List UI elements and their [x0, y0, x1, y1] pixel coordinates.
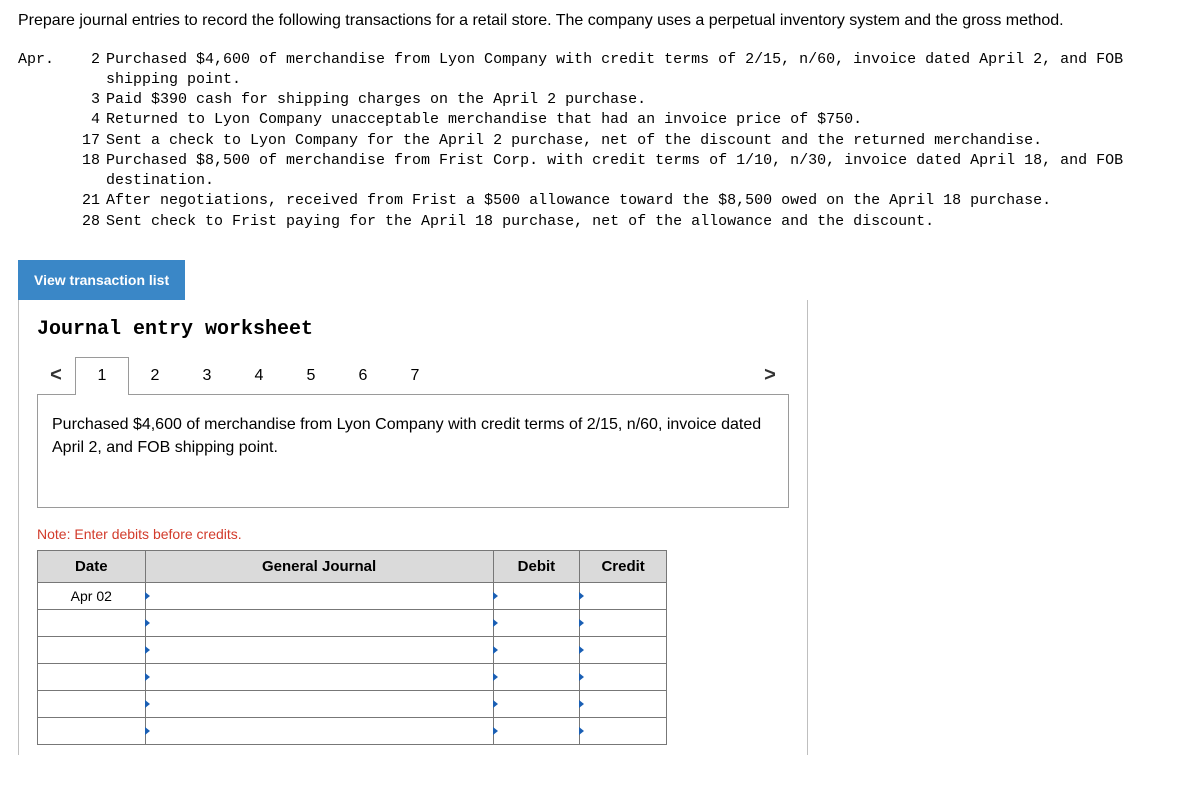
table-row — [38, 664, 667, 691]
dropdown-indicator-icon — [579, 700, 584, 708]
date-cell[interactable] — [38, 691, 146, 718]
dropdown-indicator-icon — [493, 673, 498, 681]
transaction-day: 17 — [70, 131, 106, 151]
dropdown-indicator-icon — [579, 619, 584, 627]
transaction-text: Purchased $4,600 of merchandise from Lyo… — [106, 50, 1182, 91]
credit-cell[interactable] — [580, 691, 667, 718]
transaction-day: 21 — [70, 191, 106, 211]
journal-entry-table: Date General Journal Debit Credit Apr 02 — [37, 550, 667, 745]
pager-tab-4[interactable]: 4 — [233, 357, 285, 395]
credit-cell[interactable] — [580, 583, 667, 610]
dropdown-indicator-icon — [579, 592, 584, 600]
dropdown-indicator-icon — [579, 646, 584, 654]
debit-cell[interactable] — [493, 583, 580, 610]
general-journal-cell[interactable] — [145, 583, 493, 610]
transaction-month — [18, 131, 70, 151]
transaction-text: Sent check to Frist paying for the April… — [106, 212, 1182, 232]
dropdown-indicator-icon — [493, 592, 498, 600]
general-journal-cell[interactable] — [145, 718, 493, 745]
transaction-text: Sent a check to Lyon Company for the Apr… — [106, 131, 1182, 151]
date-cell[interactable] — [38, 718, 146, 745]
transaction-text: Paid $390 cash for shipping charges on t… — [106, 90, 1182, 110]
entry-description: Purchased $4,600 of merchandise from Lyo… — [37, 394, 789, 508]
dropdown-indicator-icon — [145, 727, 150, 735]
transaction-row: 18Purchased $8,500 of merchandise from F… — [18, 151, 1182, 192]
question-intro: Prepare journal entries to record the fo… — [18, 10, 1182, 32]
col-header-debit: Debit — [493, 551, 580, 583]
dropdown-indicator-icon — [493, 727, 498, 735]
transaction-text: Purchased $8,500 of merchandise from Fri… — [106, 151, 1182, 192]
dropdown-indicator-icon — [579, 727, 584, 735]
dropdown-indicator-icon — [493, 700, 498, 708]
date-cell[interactable]: Apr 02 — [38, 583, 146, 610]
credit-cell[interactable] — [580, 664, 667, 691]
col-header-credit: Credit — [580, 551, 667, 583]
pager-tab-7[interactable]: 7 — [389, 357, 441, 395]
col-header-general-journal: General Journal — [145, 551, 493, 583]
transaction-row: 21After negotiations, received from Fris… — [18, 191, 1182, 211]
table-row — [38, 637, 667, 664]
debits-before-credits-note: Note: Enter debits before credits. — [37, 526, 789, 542]
transaction-month — [18, 90, 70, 110]
dropdown-indicator-icon — [145, 619, 150, 627]
table-row: Apr 02 — [38, 583, 667, 610]
general-journal-cell[interactable] — [145, 691, 493, 718]
debit-cell[interactable] — [493, 664, 580, 691]
transaction-month: Apr. — [18, 50, 70, 91]
transaction-day: 4 — [70, 110, 106, 130]
transaction-day: 3 — [70, 90, 106, 110]
pager-next-button[interactable]: > — [751, 357, 789, 395]
pager-prev-button[interactable]: < — [37, 357, 75, 395]
journal-entry-worksheet: Journal entry worksheet < 1234567 > Purc… — [18, 300, 808, 755]
pager-tab-3[interactable]: 3 — [181, 357, 233, 395]
debit-cell[interactable] — [493, 691, 580, 718]
transaction-row: 17Sent a check to Lyon Company for the A… — [18, 131, 1182, 151]
transaction-list: Apr.2Purchased $4,600 of merchandise fro… — [18, 50, 1182, 232]
transaction-row: 4Returned to Lyon Company unacceptable m… — [18, 110, 1182, 130]
credit-cell[interactable] — [580, 610, 667, 637]
dropdown-indicator-icon — [145, 673, 150, 681]
dropdown-indicator-icon — [145, 646, 150, 654]
general-journal-cell[interactable] — [145, 664, 493, 691]
general-journal-cell[interactable] — [145, 610, 493, 637]
transaction-month — [18, 151, 70, 192]
table-row — [38, 718, 667, 745]
debit-cell[interactable] — [493, 637, 580, 664]
transaction-day: 2 — [70, 50, 106, 91]
view-transaction-list-button[interactable]: View transaction list — [18, 260, 185, 300]
general-journal-cell[interactable] — [145, 637, 493, 664]
date-cell[interactable] — [38, 610, 146, 637]
transaction-text: After negotiations, received from Frist … — [106, 191, 1182, 211]
credit-cell[interactable] — [580, 718, 667, 745]
dropdown-indicator-icon — [145, 592, 150, 600]
table-row — [38, 691, 667, 718]
debit-cell[interactable] — [493, 610, 580, 637]
transaction-day: 28 — [70, 212, 106, 232]
dropdown-indicator-icon — [579, 673, 584, 681]
date-cell[interactable] — [38, 637, 146, 664]
pager-tab-6[interactable]: 6 — [337, 357, 389, 395]
col-header-date: Date — [38, 551, 146, 583]
table-row — [38, 610, 667, 637]
date-cell[interactable] — [38, 664, 146, 691]
dropdown-indicator-icon — [493, 646, 498, 654]
transaction-row: 28Sent check to Frist paying for the Apr… — [18, 212, 1182, 232]
transaction-text: Returned to Lyon Company unacceptable me… — [106, 110, 1182, 130]
transaction-row: 3Paid $390 cash for shipping charges on … — [18, 90, 1182, 110]
transaction-day: 18 — [70, 151, 106, 192]
worksheet-title: Journal entry worksheet — [37, 318, 789, 341]
entry-pager: < 1234567 > — [37, 357, 789, 395]
pager-tab-5[interactable]: 5 — [285, 357, 337, 395]
debit-cell[interactable] — [493, 718, 580, 745]
pager-tab-2[interactable]: 2 — [129, 357, 181, 395]
transaction-month — [18, 212, 70, 232]
transaction-month — [18, 110, 70, 130]
credit-cell[interactable] — [580, 637, 667, 664]
dropdown-indicator-icon — [493, 619, 498, 627]
transaction-row: Apr.2Purchased $4,600 of merchandise fro… — [18, 50, 1182, 91]
transaction-month — [18, 191, 70, 211]
pager-tab-1[interactable]: 1 — [75, 357, 129, 395]
dropdown-indicator-icon — [145, 700, 150, 708]
